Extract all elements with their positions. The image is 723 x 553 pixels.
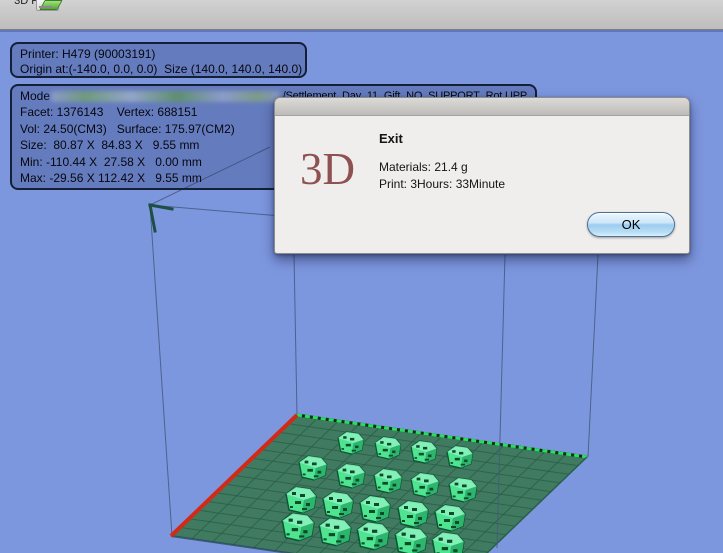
printer-info-line1: Printer: H479 (90003191) bbox=[20, 47, 156, 61]
3d-logo: 3D bbox=[300, 144, 355, 194]
app-window: 3D Print Printer: H479 (90003191) Origin… bbox=[0, 0, 723, 553]
exit-dialog: 3D Exit Materials: 21.4 g Print: 3Hours:… bbox=[274, 97, 690, 254]
ok-button[interactable]: OK bbox=[587, 212, 675, 237]
dialog-print-time: Print: 3Hours: 33Minute bbox=[379, 177, 506, 191]
printer-info-box: Printer: H479 (90003191) Origin at:(-140… bbox=[10, 42, 307, 78]
model-path-redacted bbox=[51, 90, 280, 102]
model-label: Mode bbox=[20, 89, 51, 103]
dialog-titlebar[interactable] bbox=[275, 98, 689, 116]
scene-viewport: Printer: H479 (90003191) Origin at:(-140… bbox=[0, 30, 723, 553]
dialog-materials: Materials: 21.4 g bbox=[379, 160, 468, 174]
dialog-content: Exit Materials: 21.4 g Print: 3Hours: 33… bbox=[379, 131, 505, 193]
printer-info-line2: Origin at:(-140.0, 0.0, 0.0) Size (140.0… bbox=[20, 62, 303, 76]
dialog-title: Exit bbox=[379, 131, 403, 146]
